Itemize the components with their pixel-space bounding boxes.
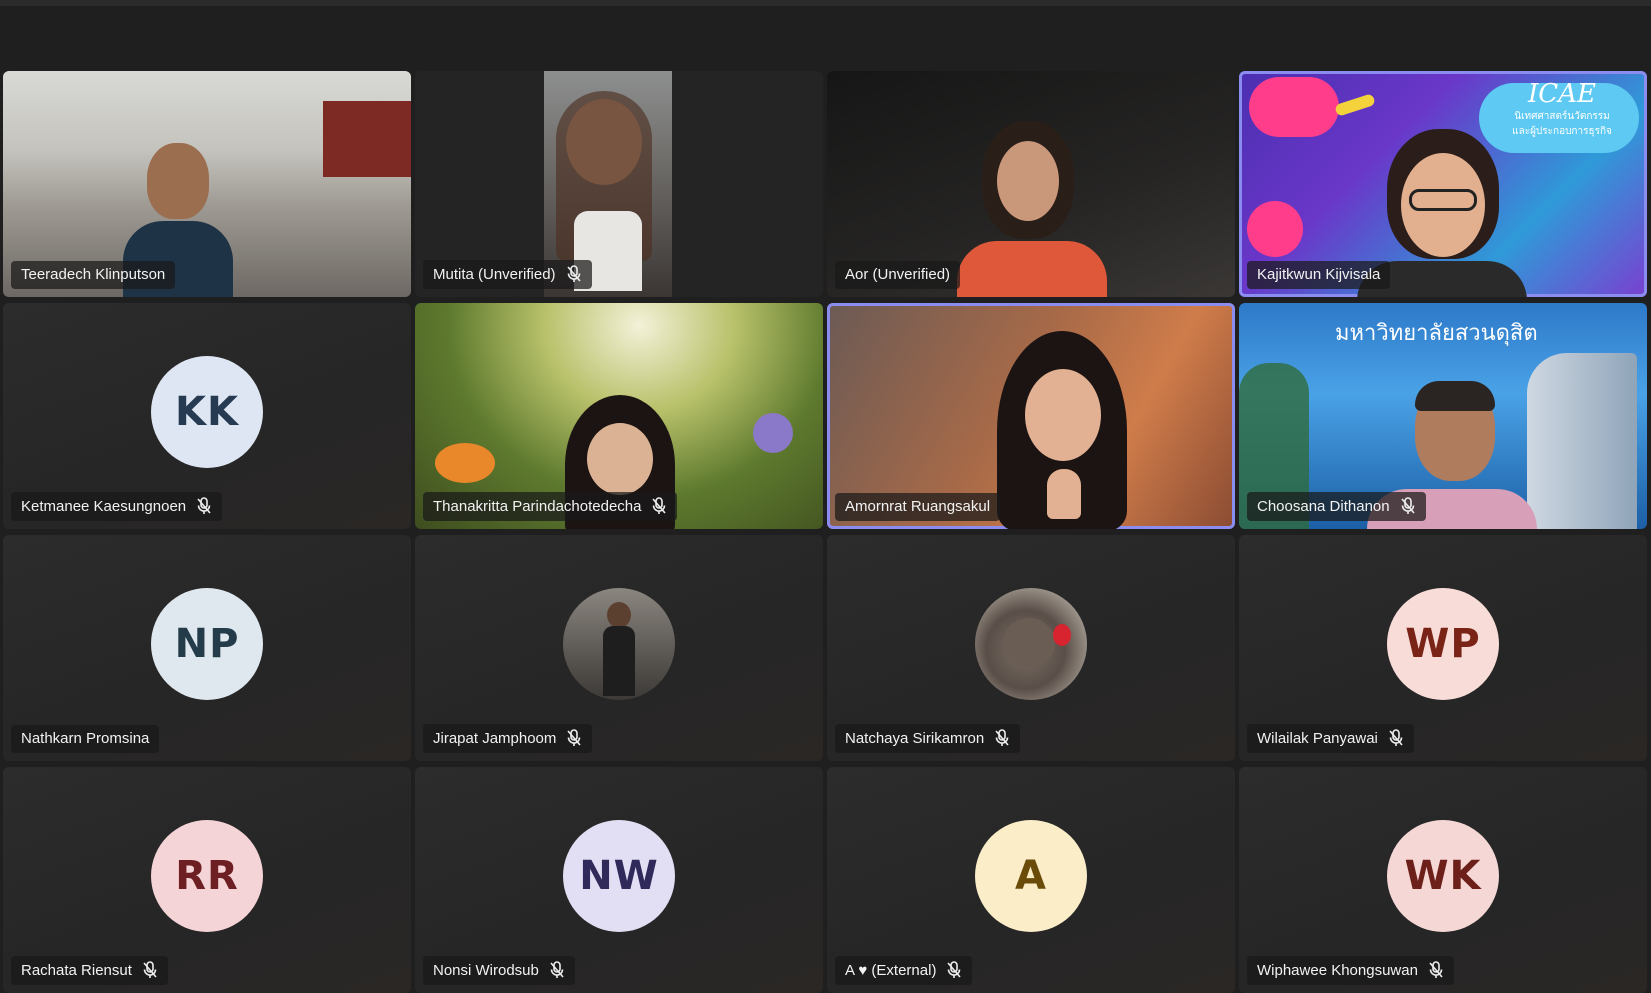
participant-name: Rachata Riensut	[21, 961, 132, 979]
participant-name: Nathkarn Promsina	[21, 730, 150, 747]
nameplate: Kajitkwun Kijvisala	[1247, 261, 1391, 289]
nameplate: Thanakritta Parindachotedecha	[423, 492, 678, 521]
nameplate: Mutita (Unverified)	[423, 260, 592, 289]
video-tile-teeradech[interactable]: Teeradech Klinputson	[3, 71, 411, 297]
participant-name: Mutita (Unverified)	[433, 265, 556, 283]
nameplate: Choosana Dithanon	[1247, 492, 1426, 521]
nameplate: Ketmanee Kaesungnoen	[11, 492, 223, 521]
participant-name: Kajitkwun Kijvisala	[1257, 266, 1381, 283]
participant-name: Jirapat Jamphoom	[433, 729, 557, 747]
participant-tile-nathkarn[interactable]: NP Nathkarn Promsina	[3, 535, 411, 761]
nameplate: Nathkarn Promsina	[11, 725, 160, 753]
participant-tile-wiphawee[interactable]: WK Wiphawee Khongsuwan	[1239, 767, 1647, 993]
participant-grid: Teeradech Klinputson Mutita (Unverified)…	[3, 71, 1647, 993]
nameplate: Natchaya Sirikamron	[835, 724, 1021, 753]
avatar: RR	[151, 820, 263, 932]
participant-name: Aor (Unverified)	[845, 266, 951, 283]
mic-muted-icon	[946, 961, 962, 979]
nameplate: Rachata Riensut	[11, 956, 168, 985]
mic-muted-icon	[1400, 497, 1416, 515]
video-tile-kajitkwun[interactable]: ICAE นิเทศศาสตร์นวัตกรรม และผู้ประกอบการ…	[1239, 71, 1647, 297]
mic-muted-icon	[566, 265, 582, 283]
meeting-top-bar	[0, 0, 1651, 6]
red-cabinet	[323, 101, 411, 177]
participant-tile-natchaya[interactable]: Natchaya Sirikamron	[827, 535, 1235, 761]
participant-name: Natchaya Sirikamron	[845, 729, 985, 747]
mic-muted-icon	[196, 497, 212, 515]
avatar: A	[975, 820, 1087, 932]
mic-muted-icon	[1428, 961, 1444, 979]
participant-tile-jirapat[interactable]: Jirapat Jamphoom	[415, 535, 823, 761]
participant-name: Wilailak Panyawai	[1257, 729, 1378, 747]
mic-muted-icon	[142, 961, 158, 979]
participant-name: Ketmanee Kaesungnoen	[21, 497, 187, 515]
participant-name: Nonsi Wirodsub	[433, 961, 539, 979]
participant-video	[977, 331, 1157, 529]
video-tile-thanakritta[interactable]: Thanakritta Parindachotedecha	[415, 303, 823, 529]
nameplate: Aor (Unverified)	[835, 261, 961, 289]
participant-name: A ♥ (External)	[845, 961, 937, 979]
video-tile-aor[interactable]: Aor (Unverified)	[827, 71, 1235, 297]
participant-tile-a-external[interactable]: A A ♥ (External)	[827, 767, 1235, 993]
nameplate: Wiphawee Khongsuwan	[1247, 956, 1454, 985]
nameplate: Nonsi Wirodsub	[423, 956, 575, 985]
participant-tile-rachata[interactable]: RR Rachata Riensut	[3, 767, 411, 993]
avatar: KK	[151, 356, 263, 468]
kitten-photo-avatar	[975, 588, 1087, 700]
video-tile-mutita[interactable]: Mutita (Unverified)	[415, 71, 823, 297]
nameplate: A ♥ (External)	[835, 956, 973, 985]
mic-muted-icon	[549, 961, 565, 979]
avatar: WK	[1387, 820, 1499, 932]
profile-photo-avatar	[563, 588, 675, 700]
avatar: NW	[563, 820, 675, 932]
participant-name: Teeradech Klinputson	[21, 266, 166, 283]
mic-muted-icon	[994, 729, 1010, 747]
participant-tile-ketmanee[interactable]: KK Ketmanee Kaesungnoen	[3, 303, 411, 529]
nameplate: Jirapat Jamphoom	[423, 724, 593, 753]
participant-name: Thanakritta Parindachotedecha	[433, 497, 642, 515]
participant-tile-wilailak[interactable]: WP Wilailak Panyawai	[1239, 535, 1647, 761]
avatar: NP	[151, 588, 263, 700]
nameplate: Amornrat Ruangsakul	[835, 493, 1001, 521]
mic-muted-icon	[651, 497, 667, 515]
avatar: WP	[1387, 588, 1499, 700]
participant-name: Choosana Dithanon	[1257, 497, 1390, 515]
mic-muted-icon	[566, 729, 582, 747]
participant-name: Amornrat Ruangsakul	[845, 498, 991, 515]
video-tile-choosana[interactable]: มหาวิทยาลัยสวนดุสิต Choosana Dithanon	[1239, 303, 1647, 529]
participant-name: Wiphawee Khongsuwan	[1257, 961, 1418, 979]
mic-muted-icon	[1388, 729, 1404, 747]
participant-tile-nonsi[interactable]: NW Nonsi Wirodsub	[415, 767, 823, 993]
nameplate: Teeradech Klinputson	[11, 261, 176, 289]
video-tile-amornrat[interactable]: Amornrat Ruangsakul	[827, 303, 1235, 529]
nameplate: Wilailak Panyawai	[1247, 724, 1414, 753]
